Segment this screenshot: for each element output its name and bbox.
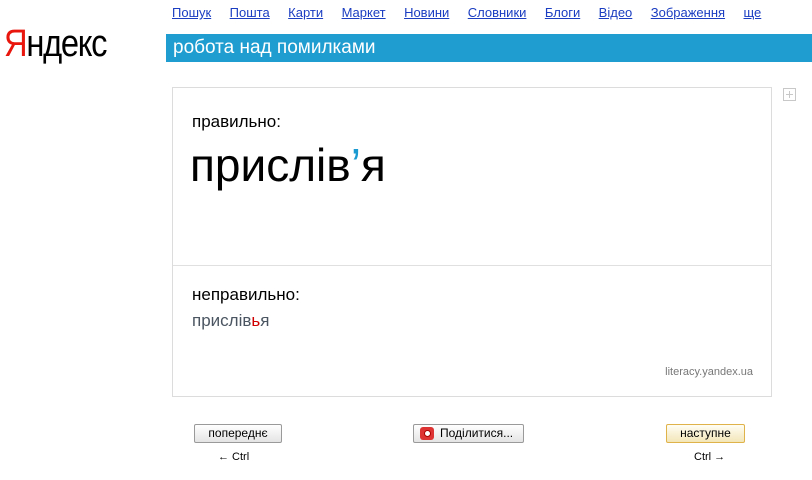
wrong-word-part: прислів bbox=[192, 311, 252, 330]
source-link[interactable]: literacy.yandex.ua bbox=[665, 366, 753, 378]
top-navigation: Пошук Пошта Карти Маркет Новини Словники… bbox=[172, 4, 775, 22]
logo-rest: ндекс bbox=[26, 23, 107, 65]
card-divider bbox=[173, 265, 771, 266]
logo-first-letter: Я bbox=[4, 23, 28, 65]
correct-word-part: я bbox=[360, 139, 386, 191]
nav-link-news[interactable]: Новини bbox=[404, 5, 449, 21]
share-label: Поділитися... bbox=[440, 426, 514, 440]
correct-word: прислів’я bbox=[190, 136, 386, 194]
next-shortcut-hint: Ctrl → bbox=[694, 451, 726, 463]
nav-link-dictionaries[interactable]: Словники bbox=[468, 5, 527, 21]
share-button[interactable]: Поділитися... bbox=[413, 424, 524, 443]
error-highlight: ь bbox=[251, 311, 261, 330]
header-bar: робота над помилками bbox=[166, 34, 812, 62]
nav-link-images[interactable]: Зображення bbox=[651, 5, 725, 21]
correct-label: правильно: bbox=[192, 112, 281, 131]
wrong-word-part: я bbox=[260, 311, 270, 330]
previous-shortcut-hint: ← Ctrl bbox=[218, 451, 250, 463]
nav-link-blogs[interactable]: Блоги bbox=[545, 5, 580, 21]
yandex-logo[interactable]: Яндекс bbox=[4, 22, 107, 66]
nav-link-more[interactable]: ще bbox=[744, 5, 762, 21]
apostrophe-highlight: ’ bbox=[350, 139, 361, 191]
nav-link-search[interactable]: Пошук bbox=[172, 5, 211, 21]
correct-word-part: прислів bbox=[190, 139, 351, 191]
word-card: правильно: прислів’я неправильно: прислі… bbox=[172, 87, 772, 397]
nav-link-market[interactable]: Маркет bbox=[342, 5, 386, 21]
wrong-word: прислівья bbox=[192, 311, 269, 331]
nav-link-mail[interactable]: Пошта bbox=[230, 5, 270, 21]
next-button[interactable]: наступне bbox=[666, 424, 745, 443]
previous-button[interactable]: попереднє bbox=[194, 424, 282, 443]
page-title: робота над помилками bbox=[173, 37, 376, 58]
expand-icon[interactable] bbox=[783, 88, 796, 101]
share-icon bbox=[420, 427, 434, 440]
wrong-label: неправильно: bbox=[192, 285, 300, 304]
nav-link-video[interactable]: Відео bbox=[599, 5, 633, 21]
nav-link-maps[interactable]: Карти bbox=[288, 5, 323, 21]
